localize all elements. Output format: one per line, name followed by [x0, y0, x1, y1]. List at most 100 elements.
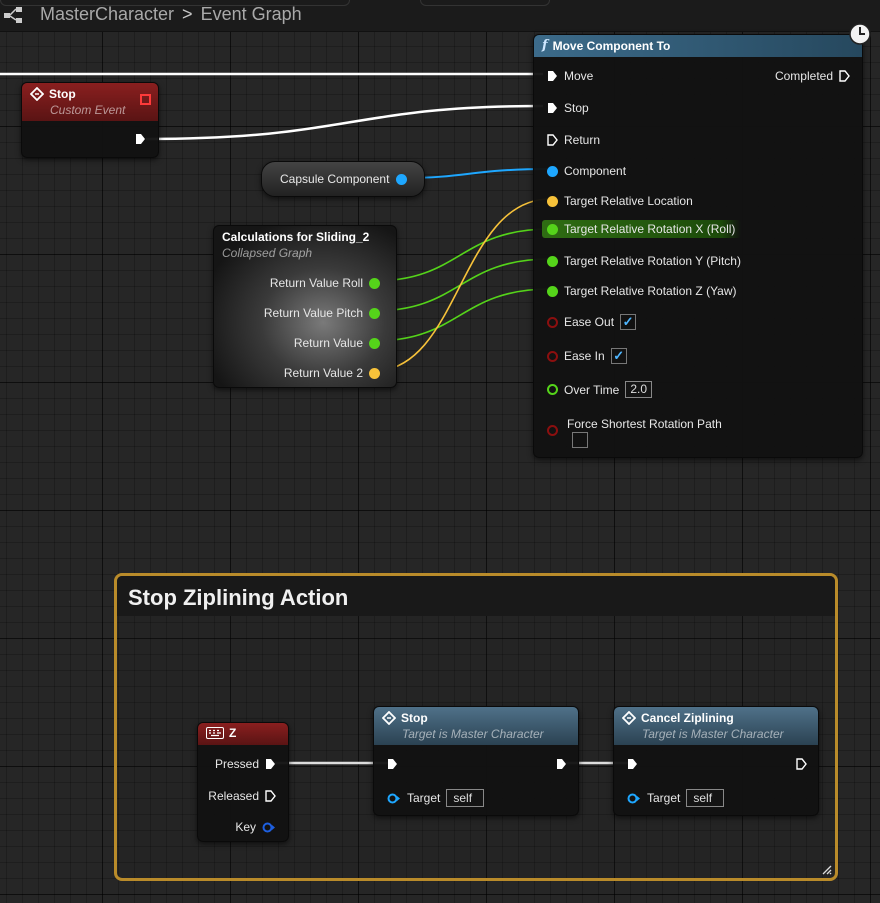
output-value-label: Return Value [293, 336, 363, 350]
released-row[interactable]: Released [208, 789, 276, 803]
rot-x-label: Target Relative Rotation X (Roll) [564, 222, 736, 236]
stop-target-label: Target [407, 791, 441, 805]
key-row[interactable]: Key [235, 820, 276, 834]
rot-z-row[interactable]: Target Relative Rotation Z (Yaw) [547, 284, 737, 298]
rot-z-label: Target Relative Rotation Z (Yaw) [564, 284, 737, 298]
object-in-pin[interactable] [547, 165, 558, 177]
bool-in-pin[interactable] [547, 350, 558, 362]
stop-target-row[interactable]: Target self [387, 789, 485, 807]
output-value-row[interactable]: Return Value [294, 336, 380, 350]
comment-title[interactable]: Stop Ziplining Action [117, 576, 835, 616]
collapsed-graph-title: Calculations for Sliding_2 [222, 230, 370, 244]
object-out-pin[interactable] [396, 174, 407, 185]
object-in-pin[interactable] [387, 793, 401, 804]
key-z-header: Z [198, 723, 288, 745]
over-time-label: Over Time [564, 382, 620, 397]
bool-in-pin[interactable] [547, 425, 558, 436]
rot-x-row[interactable]: Target Relative Rotation X (Roll) [542, 220, 742, 238]
released-label: Released [208, 789, 259, 803]
delegate-pin-icon[interactable] [140, 94, 151, 105]
float-out-pin[interactable] [369, 337, 380, 349]
output-pitch-label: Return Value Pitch [263, 306, 363, 320]
exec-in-pin[interactable] [387, 758, 398, 770]
exec-out-pin[interactable] [265, 790, 276, 802]
exec-out-pin[interactable] [265, 758, 276, 770]
ease-in-row[interactable]: Ease In ✓ [547, 348, 627, 364]
breadcrumb-item-graph[interactable]: Event Graph [201, 4, 302, 25]
ease-out-checkbox[interactable]: ✓ [620, 314, 637, 330]
key-z-title: Z [229, 726, 237, 740]
exec-out-pin[interactable] [556, 758, 567, 770]
return-exec-row[interactable]: Return [547, 133, 600, 147]
exec-in-pin[interactable] [627, 758, 638, 770]
force-shortest-row[interactable] [547, 425, 558, 436]
cancel-target-row[interactable]: Target self [627, 789, 725, 807]
output-value2-row[interactable]: Return Value 2 [284, 366, 380, 380]
stop-call-node[interactable]: Stop Target is Master Character Target s… [373, 706, 579, 816]
cancel-ziplining-node[interactable]: Cancel Ziplining Target is Master Charac… [613, 706, 819, 816]
collapsed-graph-header: Calculations for Sliding_2 Collapsed Gra… [214, 226, 396, 264]
cancel-ziplining-title-row: Cancel Ziplining [622, 711, 810, 725]
bool-in-pin[interactable] [547, 316, 558, 328]
exec-out-pin[interactable] [839, 70, 850, 82]
rot-y-label: Target Relative Rotation Y (Pitch) [564, 254, 741, 268]
output-roll-row[interactable]: Return Value Roll [270, 276, 380, 290]
stop-event-header: Stop Custom Event [22, 83, 158, 121]
collapsed-graph-node[interactable]: Calculations for Sliding_2 Collapsed Gra… [213, 225, 397, 388]
float-in-pin[interactable] [547, 285, 558, 297]
vector-out-pin[interactable] [369, 367, 380, 379]
exec-in-pin[interactable] [547, 102, 558, 114]
stop-event-title-row: Stop [30, 87, 150, 101]
stop-call-header: Stop Target is Master Character [374, 707, 578, 745]
float-in-pin[interactable] [547, 255, 558, 267]
stop-event-node[interactable]: Stop Custom Event [21, 82, 159, 158]
key-z-node[interactable]: Z Pressed Released Key [197, 722, 289, 842]
stop-label: Stop [564, 101, 589, 115]
stop-call-subtitle: Target is Master Character [402, 727, 544, 741]
move-exec-row[interactable]: Move [547, 69, 593, 83]
location-row[interactable]: Target Relative Location [547, 194, 693, 208]
output-pitch-row[interactable]: Return Value Pitch [264, 306, 380, 320]
stop-event-subtitle: Custom Event [50, 103, 126, 117]
completed-exec-row[interactable]: Completed [775, 69, 850, 83]
move-component-node[interactable]: f Move Component To Move Completed Stop … [533, 34, 863, 458]
float-in-pin[interactable] [547, 384, 558, 395]
force-shortest-checkbox[interactable] [572, 432, 588, 448]
pressed-label: Pressed [214, 757, 259, 771]
completed-label: Completed [774, 69, 833, 83]
force-shortest-label: Force Shortest Rotation Path [567, 417, 722, 431]
struct-out-pin[interactable] [262, 822, 276, 833]
collapsed-graph-subtitle: Collapsed Graph [222, 246, 313, 260]
over-time-input[interactable]: 2.0 [625, 381, 653, 398]
ease-in-checkbox[interactable]: ✓ [610, 348, 627, 364]
move-component-title: Move Component To [552, 38, 671, 53]
float-out-pin[interactable] [369, 307, 380, 319]
graph-header: MasterCharacter > Event Graph [0, 0, 880, 32]
output-roll-label: Return Value Roll [269, 276, 363, 290]
exec-out-pin[interactable] [796, 758, 807, 770]
resize-grip-icon[interactable] [820, 863, 832, 875]
stop-call-title: Stop [401, 711, 428, 725]
cancel-target-input[interactable]: self [686, 789, 725, 807]
ease-out-row[interactable]: Ease Out ✓ [547, 314, 637, 330]
over-time-row[interactable]: Over Time 2.0 [547, 381, 653, 398]
keyboard-icon [206, 727, 224, 739]
breadcrumb-item-blueprint[interactable]: MasterCharacter [40, 4, 174, 25]
component-row[interactable]: Component [547, 164, 626, 178]
float-in-pin[interactable] [547, 223, 558, 235]
exec-in-pin[interactable] [547, 70, 558, 82]
event-diamond-icon [382, 711, 396, 725]
vector-in-pin[interactable] [547, 195, 558, 207]
float-out-pin[interactable] [369, 277, 380, 289]
capsule-component-node[interactable]: Capsule Component [261, 161, 425, 197]
key-z-title-row: Z [206, 726, 280, 740]
pressed-row[interactable]: Pressed [215, 757, 276, 771]
stop-exec-row[interactable]: Stop [547, 101, 589, 115]
cancel-target-label: Target [647, 791, 681, 805]
exec-out-pin[interactable] [135, 133, 146, 145]
object-in-pin[interactable] [627, 793, 641, 804]
rot-y-row[interactable]: Target Relative Rotation Y (Pitch) [547, 254, 741, 268]
exec-in-pin[interactable] [547, 134, 558, 146]
return-label: Return [564, 133, 601, 147]
stop-target-input[interactable]: self [446, 789, 485, 807]
